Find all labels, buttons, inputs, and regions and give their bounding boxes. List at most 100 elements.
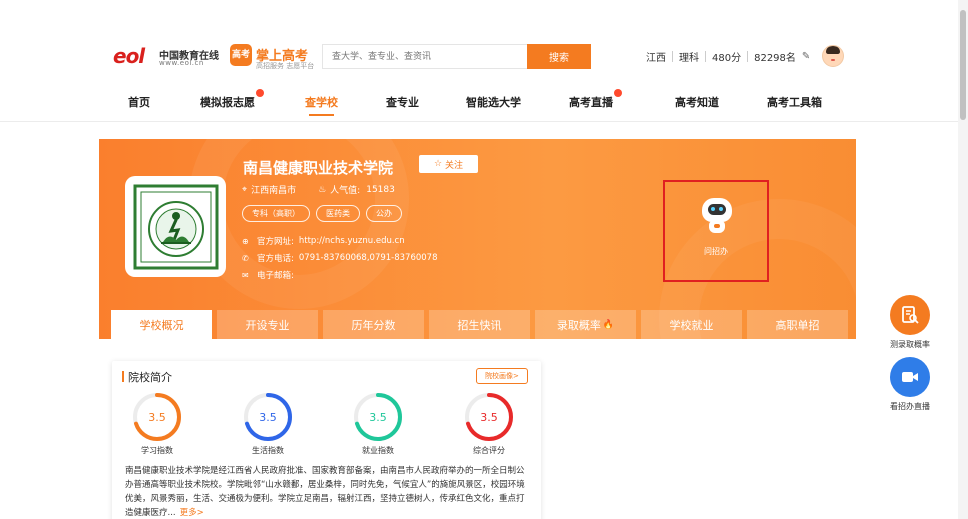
school-tabs: 学校概况 开设专业 历年分数 招生快讯 录取概率 🔥 学校就业 高职单招 — [111, 310, 848, 339]
star-icon: ☆ — [433, 159, 443, 169]
follow-label: 关注 — [445, 160, 464, 171]
school-intro-card: 院校简介 院校画像> 3.5 学习指数 3.5 生活指数 3.5 就业指数 3.5 综合评分 … — [112, 361, 541, 519]
svg-text:3.5: 3.5 — [369, 411, 387, 424]
float-label: 看招办直播 — [890, 402, 930, 411]
edit-icon[interactable]: ✎ — [802, 51, 810, 62]
svg-text:3.5: 3.5 — [259, 411, 277, 424]
gauge-ring: 3.5 — [133, 393, 181, 441]
gaokao-badge: 高考 — [230, 44, 252, 66]
school-profile-link[interactable]: 院校画像> — [476, 368, 528, 384]
search-input[interactable] — [323, 45, 527, 68]
gauge-ring: 3.5 — [244, 393, 292, 441]
search-box: 搜索 — [322, 44, 591, 69]
gaokao-logo[interactable]: 高考 掌上高考 高招服务 志愿平台 — [230, 44, 314, 70]
school-banner: 南昌健康职业技术学院 ☆ 关注 ⌖ 江西南昌市 ♨ 人气值: 15183 专科（… — [99, 139, 856, 339]
email-label: 电子邮箱: — [257, 271, 294, 281]
divider — [672, 50, 673, 62]
ask-admissions-box[interactable]: 问招办 — [663, 180, 769, 282]
search-button[interactable]: 搜索 — [527, 44, 591, 69]
hot-badge-icon — [256, 89, 264, 97]
nav-item-know[interactable]: 高考知道 — [675, 94, 719, 110]
nav-item-label: 高考直播 — [569, 96, 613, 109]
top-header: eol 中国教育在线 www.eol.cn 高考 掌上高考 高招服务 志愿平台 … — [0, 0, 968, 80]
rank-value[interactable]: 82298名 — [754, 49, 796, 64]
school-location: 江西南昌市 — [251, 186, 297, 196]
user-score-info: 江西 理科 480分 82298名 ✎ — [646, 49, 810, 64]
svg-text:3.5: 3.5 — [480, 411, 498, 424]
main-nav: 首页 模拟报志愿 查学校 查专业 智能选大学 高考直播 高考知道 高考工具箱 — [0, 80, 968, 122]
nav-item-toolbox[interactable]: 高考工具箱 — [767, 94, 822, 110]
phone-label: 官方电话: — [257, 254, 294, 264]
tab-overview[interactable]: 学校概况 — [111, 310, 212, 339]
scrollbar-thumb[interactable] — [960, 10, 966, 120]
nav-item-mock-application[interactable]: 模拟报志愿 — [200, 89, 264, 110]
tab-admission-news[interactable]: 招生快讯 — [429, 310, 530, 339]
globe-icon: ⊕ — [242, 236, 249, 246]
email-row: ✉ 电子邮箱: — [242, 269, 299, 282]
tab-admission-probability[interactable]: 录取概率 🔥 — [535, 310, 636, 339]
tab-history-scores[interactable]: 历年分数 — [323, 310, 424, 339]
nav-item-live[interactable]: 高考直播 — [569, 89, 622, 110]
gaokao-sub: 高招服务 志愿平台 — [256, 62, 315, 70]
gauge-label: 就业指数 — [362, 446, 394, 455]
live-video-icon — [890, 357, 930, 397]
index-gauges: 3.5 学习指数 3.5 生活指数 3.5 就业指数 3.5 综合评分 — [112, 391, 541, 461]
phone-value: 0791-83760068,0791-83760078 — [298, 253, 438, 263]
gauge-ring: 3.5 — [354, 393, 402, 441]
fire-icon: 🔥 — [602, 319, 615, 330]
divider — [705, 50, 706, 62]
school-meta: ⌖ 江西南昌市 ♨ 人气值: 15183 — [242, 183, 395, 197]
avatar[interactable] — [822, 45, 844, 67]
nav-item-label: 模拟报志愿 — [200, 96, 255, 109]
website-link[interactable]: http://nchs.yuznu.edu.cn — [299, 236, 405, 246]
website-row: ⊕ 官方网址: http://nchs.yuznu.edu.cn — [242, 235, 405, 247]
province-selector[interactable]: 江西 — [646, 49, 666, 64]
intro-text: 南昌健康职业技术学院是经江西省人民政府批准、国家教育部备案，由南昌市人民政府举办… — [125, 464, 530, 519]
follow-button[interactable]: ☆ 关注 — [419, 155, 478, 173]
float-label: 测录取概率 — [890, 340, 930, 349]
school-name: 南昌健康职业技术学院 — [243, 159, 394, 177]
phone-row: ✆ 官方电话: 0791-83760068,0791-83760078 — [242, 252, 438, 264]
card-title: 院校简介 — [122, 369, 172, 385]
tab-employment[interactable]: 学校就业 — [641, 310, 742, 339]
gauge-label: 学习指数 — [141, 446, 173, 455]
tag-category[interactable]: 医药类 — [316, 205, 360, 222]
nav-item-find-major[interactable]: 查专业 — [386, 94, 419, 110]
website-label: 官方网址: — [257, 237, 294, 247]
ask-admissions-label: 问招办 — [704, 247, 728, 256]
flame-icon: ♨ — [318, 184, 327, 195]
eol-logo-mark: eol — [113, 44, 145, 68]
popularity-value: 15183 — [366, 184, 395, 195]
score-value[interactable]: 480分 — [712, 49, 741, 64]
popularity-label: 人气值: — [330, 186, 361, 196]
svg-text:3.5: 3.5 — [148, 411, 166, 424]
index-gauge: 3.5 学习指数 — [127, 391, 187, 456]
live-stream-float[interactable]: 看招办直播 — [880, 357, 940, 412]
tag-ownership[interactable]: 公办 — [366, 205, 402, 222]
tab-label: 录取概率 — [556, 318, 601, 332]
subject-value[interactable]: 理科 — [679, 49, 699, 64]
index-gauge: 3.5 综合评分 — [459, 391, 519, 456]
admission-probability-float[interactable]: 测录取概率 — [880, 295, 940, 350]
gauge-label: 综合评分 — [473, 446, 505, 455]
page: eol 中国教育在线 www.eol.cn 高考 掌上高考 高招服务 志愿平台 … — [0, 0, 968, 519]
nav-item-find-school[interactable]: 查学校 — [305, 94, 338, 116]
gauge-label: 生活指数 — [252, 446, 284, 455]
eol-logo[interactable]: eol 中国教育在线 www.eol.cn — [113, 45, 225, 69]
tab-single-recruit[interactable]: 高职单招 — [747, 310, 848, 339]
gauge-ring: 3.5 — [465, 393, 513, 441]
location-icon: ⌖ — [242, 184, 248, 195]
document-search-icon — [890, 295, 930, 335]
robot-icon — [700, 198, 734, 234]
nav-item-home[interactable]: 首页 — [128, 94, 150, 110]
phone-icon: ✆ — [242, 253, 249, 263]
tag-level[interactable]: 专科（高职） — [242, 205, 310, 222]
index-gauge: 3.5 生活指数 — [238, 391, 298, 456]
school-tags: 专科（高职） 医药类 公办 — [242, 205, 402, 222]
more-link[interactable]: 更多> — [180, 508, 204, 518]
nav-item-smart-select[interactable]: 智能选大学 — [466, 94, 521, 110]
school-emblem-icon — [133, 184, 218, 269]
school-logo — [125, 176, 226, 277]
live-badge-icon — [614, 89, 622, 97]
tab-majors[interactable]: 开设专业 — [217, 310, 318, 339]
